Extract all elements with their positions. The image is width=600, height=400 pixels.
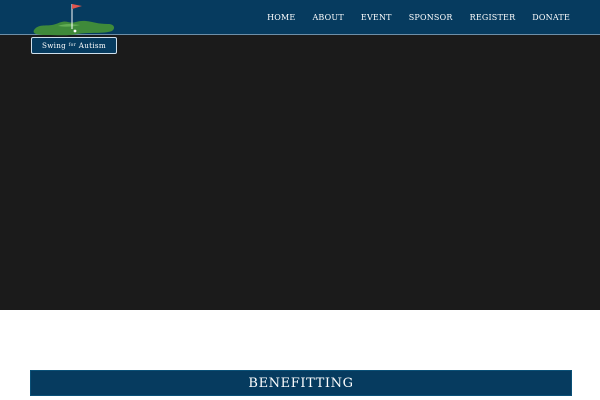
logo-word-for: for <box>68 43 77 48</box>
benefitting-heading: BENEFITTING <box>248 375 354 391</box>
nav-about[interactable]: ABOUT <box>312 13 343 22</box>
main-nav: HOME ABOUT EVENT SPONSOR REGISTER DONATE <box>250 0 570 34</box>
hero-banner <box>0 35 600 310</box>
golf-flag-icon <box>33 4 115 36</box>
site-logo[interactable]: Swing for Autism <box>28 0 120 54</box>
site-header: Swing for Autism HOME ABOUT EVENT SPONSO… <box>0 0 600 54</box>
nav-sponsor[interactable]: SPONSOR <box>409 13 453 22</box>
logo-wordmark: Swing for Autism <box>31 37 117 54</box>
nav-register[interactable]: REGISTER <box>470 13 516 22</box>
nav-home[interactable]: HOME <box>267 13 295 22</box>
logo-word-autism: Autism <box>78 41 107 50</box>
logo-word-swing: Swing <box>41 41 67 50</box>
nav-event[interactable]: EVENT <box>361 13 392 22</box>
nav-donate[interactable]: DONATE <box>532 13 570 22</box>
benefitting-banner: BENEFITTING <box>30 370 572 396</box>
